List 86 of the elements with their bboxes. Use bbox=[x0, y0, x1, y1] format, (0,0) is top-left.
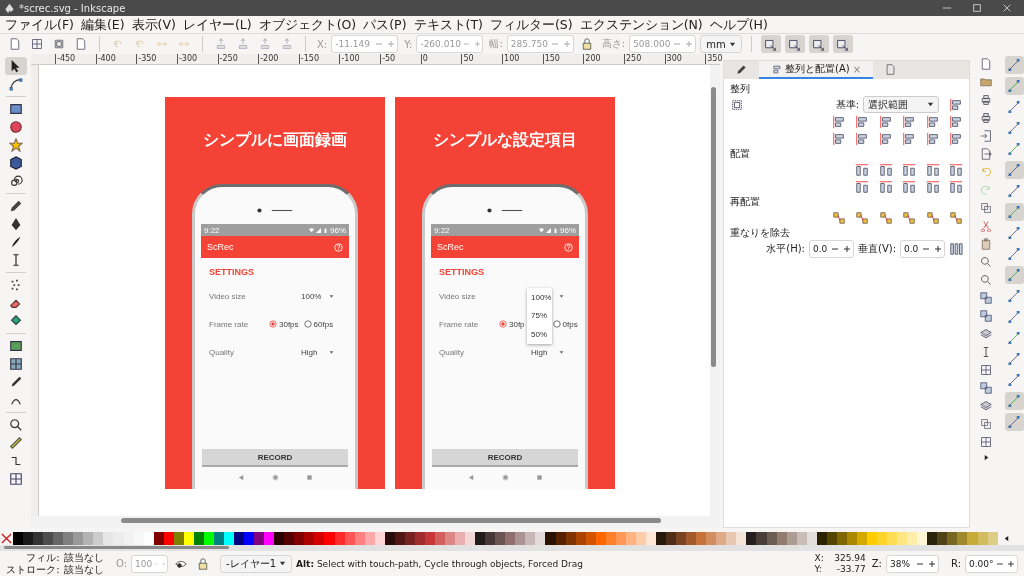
menu-item[interactable]: パス(P) bbox=[363, 16, 407, 33]
settings-heading: SETTINGS bbox=[438, 266, 485, 279]
number-field[interactable]: 0.0 bbox=[900, 240, 945, 258]
fill-label: フィル: bbox=[25, 552, 60, 564]
menu-item[interactable]: エクステンション(N) bbox=[579, 16, 703, 33]
ruler-label: -250 bbox=[217, 54, 259, 64]
record-button[interactable]: RECORD bbox=[202, 449, 348, 467]
menu-item[interactable]: ヘルプ(H) bbox=[709, 16, 768, 33]
section-heading: 重なりを除去 bbox=[730, 226, 791, 240]
rotation-label: R: bbox=[951, 558, 961, 569]
unit-dropdown[interactable]: mm bbox=[700, 35, 742, 53]
number-field[interactable]: 0.0 bbox=[809, 240, 854, 258]
cursor-x-value: 325.94 bbox=[833, 552, 866, 564]
setting-label: Video size bbox=[208, 291, 247, 301]
ruler-label: -350 bbox=[136, 54, 177, 64]
setting-label: Frame rate bbox=[208, 319, 250, 329]
radio-option[interactable]: 60fps bbox=[303, 319, 334, 329]
menu-item[interactable]: フィルター(S) bbox=[489, 16, 573, 33]
setting-label: Video size bbox=[438, 291, 477, 301]
ruler-label: -200 bbox=[258, 54, 299, 64]
ruler-label: 50 bbox=[461, 54, 503, 64]
field-label: 垂直(V): bbox=[858, 242, 896, 256]
ruler-label: -300 bbox=[176, 54, 218, 64]
ruler-label: -400 bbox=[95, 54, 137, 64]
menu-item[interactable]: 表示(V) bbox=[131, 16, 176, 33]
rotation-field[interactable]: 0.00° bbox=[965, 554, 1018, 573]
setting-dropdown[interactable]: High bbox=[499, 347, 564, 357]
field-label: Y: bbox=[404, 38, 413, 50]
section-heading: 配置 bbox=[730, 147, 751, 161]
battery-text: 96% bbox=[560, 225, 576, 235]
ruler-label: -450 bbox=[55, 54, 96, 64]
ruler-label: -100 bbox=[339, 54, 381, 64]
section-heading: 再配置 bbox=[730, 195, 761, 209]
section-heading: 整列 bbox=[730, 82, 751, 96]
stroke-label: ストローク: bbox=[5, 563, 60, 575]
radio-option[interactable]: 30fp bbox=[499, 319, 525, 329]
field-label: 基準: bbox=[835, 97, 859, 112]
menu-option[interactable]: 50% bbox=[531, 330, 552, 340]
stroke-value: 該当なし bbox=[63, 563, 105, 575]
app-title: ScRec bbox=[207, 242, 234, 252]
menu-item[interactable]: 編集(E) bbox=[80, 16, 125, 33]
setting-dropdown[interactable]: High bbox=[269, 347, 334, 357]
menu-item[interactable]: ファイル(F) bbox=[5, 16, 74, 33]
clock-text: 9:22 bbox=[434, 225, 450, 235]
ruler-label: 200 bbox=[583, 54, 624, 64]
setting-dropdown[interactable]: 100% bbox=[269, 291, 334, 301]
layer-dropdown[interactable]: -レイヤー1 bbox=[220, 554, 293, 573]
window-title: *screc.svg - Inkscape bbox=[19, 2, 126, 14]
cursor-y-label: Y: bbox=[814, 563, 823, 575]
menu-item[interactable]: テキスト(T) bbox=[413, 16, 483, 33]
cursor-y-value: -33.77 bbox=[835, 563, 866, 575]
settings-heading: SETTINGS bbox=[208, 266, 255, 279]
banner-title: シンプルな設定項目 bbox=[433, 130, 577, 150]
menu-item[interactable]: オブジェクト(O) bbox=[258, 16, 357, 33]
zoom-field[interactable]: 38% bbox=[886, 554, 939, 573]
opacity-label: O: bbox=[116, 558, 128, 569]
fill-value: 該当なし bbox=[63, 552, 105, 563]
setting-label: Frame rate bbox=[438, 319, 480, 329]
battery-text: 96% bbox=[330, 225, 346, 235]
radio-option[interactable]: 0fps bbox=[552, 319, 578, 329]
field-label: 高さ: bbox=[601, 37, 626, 51]
app-title: ScRec bbox=[437, 242, 464, 252]
clock-text: 9:22 bbox=[204, 225, 220, 235]
zoom-label: Z: bbox=[871, 558, 882, 569]
ruler-label: 150 bbox=[542, 54, 584, 64]
relative-to-dropdown[interactable]: 選択範囲 bbox=[863, 96, 939, 113]
ruler-label: -150 bbox=[298, 54, 340, 64]
dock-tab[interactable]: 整列と配置(A) × bbox=[759, 61, 874, 79]
radio-option[interactable]: 30fps bbox=[269, 319, 299, 329]
field-label: X: bbox=[317, 38, 328, 50]
ruler-label: 300 bbox=[664, 54, 706, 64]
menu-option[interactable]: 75% bbox=[531, 311, 552, 321]
ruler-label: 0 bbox=[420, 54, 462, 64]
menu-option[interactable]: 100% bbox=[531, 292, 552, 302]
field-label: 幅: bbox=[489, 37, 503, 51]
record-button[interactable]: RECORD bbox=[432, 449, 578, 467]
menu-item[interactable]: レイヤー(L) bbox=[182, 16, 252, 33]
ruler-label: 250 bbox=[623, 54, 665, 64]
setting-label: Quality bbox=[208, 347, 235, 357]
cursor-x-label: X: bbox=[814, 552, 824, 564]
ruler-label: -50 bbox=[380, 54, 421, 64]
field-label: 水平(H): bbox=[766, 242, 805, 256]
setting-label: Quality bbox=[438, 347, 465, 357]
ruler-label: 100 bbox=[502, 54, 543, 64]
banner-title: シンプルに画面録画 bbox=[203, 130, 347, 150]
status-message: Alt: Select with touch-path, Cycle through objects, Forced Drag bbox=[296, 558, 583, 569]
